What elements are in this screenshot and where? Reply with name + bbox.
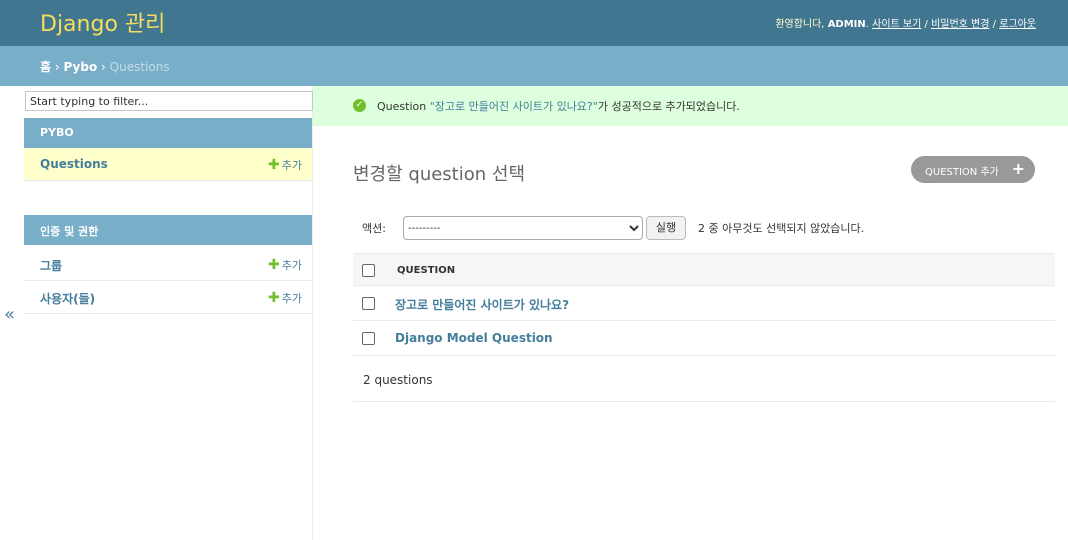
module-header-auth[interactable]: 인증 및 권한 bbox=[24, 215, 312, 245]
sidebar-toggle[interactable]: « bbox=[0, 86, 24, 540]
plus-icon: + bbox=[1011, 159, 1025, 178]
sidebar-item-questions[interactable]: Questions ✚ 추가 bbox=[24, 148, 312, 181]
sidebar-item-label[interactable]: Questions bbox=[40, 157, 108, 171]
row-checkbox[interactable] bbox=[362, 297, 375, 310]
sidebar-item-label[interactable]: 그룹 bbox=[40, 257, 62, 274]
sidebar-filter-input[interactable] bbox=[25, 91, 313, 111]
selection-counter: 2 중 아무것도 선택되지 않았습니다. bbox=[698, 222, 865, 235]
success-message: ✓ Question "장고로 만들어진 사이트가 있나요?"가 성공적으로 추… bbox=[313, 86, 1068, 126]
user-tools: 환영합니다, ADMIN. 사이트 보기 / 비밀번호 변경 / 로그아웃 bbox=[775, 19, 1036, 30]
header: Django 관리 환영합니다, ADMIN. 사이트 보기 / 비밀번호 변경… bbox=[0, 0, 1068, 46]
actions-label: 액션: bbox=[362, 222, 386, 235]
paginator: 2 questions bbox=[353, 356, 1055, 402]
question-link[interactable]: 장고로 만들어진 사이트가 있나요? bbox=[395, 296, 569, 313]
breadcrumb-home[interactable]: 홈 bbox=[40, 60, 51, 74]
module-header-pybo[interactable]: PYBO bbox=[24, 118, 312, 148]
breadcrumb-separator: › bbox=[54, 60, 60, 74]
view-site-link[interactable]: 사이트 보기 bbox=[872, 19, 921, 30]
result-count: 2 questions bbox=[363, 373, 433, 387]
double-chevron-left-icon[interactable]: « bbox=[4, 304, 15, 325]
welcome-text: 환영합니다, bbox=[775, 19, 825, 30]
table-row: 장고로 만들어진 사이트가 있나요? bbox=[353, 286, 1055, 321]
breadcrumb-separator: › bbox=[101, 60, 106, 74]
add-question-button[interactable]: QUESTION 추가 + bbox=[911, 156, 1035, 183]
add-groups-link[interactable]: ✚ 추가 bbox=[268, 257, 302, 273]
question-link[interactable]: Django Model Question bbox=[395, 331, 553, 345]
add-users-link[interactable]: ✚ 추가 bbox=[268, 290, 302, 306]
table-row: Django Model Question bbox=[353, 321, 1055, 356]
sidebar-item-groups[interactable]: 그룹 ✚ 추가 bbox=[24, 248, 312, 281]
plus-icon: ✚ bbox=[268, 157, 280, 173]
action-select[interactable]: --------- bbox=[403, 216, 643, 240]
sidebar: PYBO Questions ✚추가 인증 및 권한 그룹 ✚추가 사용자(들)… bbox=[24, 86, 313, 540]
sidebar-item-users[interactable]: 사용자(들) ✚ 추가 bbox=[24, 281, 312, 314]
breadcrumb-current: Questions bbox=[109, 60, 170, 74]
run-action-button[interactable]: 실행 bbox=[646, 216, 686, 240]
username: ADMIN bbox=[827, 19, 866, 30]
site-brand[interactable]: Django 관리 bbox=[40, 6, 165, 38]
breadcrumb: 홈 › Pybo › Questions bbox=[0, 46, 1068, 86]
check-circle-icon: ✓ bbox=[353, 99, 366, 112]
logout-link[interactable]: 로그아웃 bbox=[999, 19, 1036, 30]
page-title: 변경할 question 선택 bbox=[353, 164, 526, 185]
add-questions-link[interactable]: ✚ 추가 bbox=[268, 157, 302, 173]
column-header-question[interactable]: QUESTION bbox=[397, 265, 455, 276]
table-header: QUESTION bbox=[353, 253, 1055, 286]
breadcrumb-app[interactable]: Pybo bbox=[64, 60, 98, 74]
plus-icon: ✚ bbox=[268, 257, 280, 273]
row-checkbox[interactable] bbox=[362, 332, 375, 345]
sidebar-item-label[interactable]: 사용자(들) bbox=[40, 290, 95, 307]
message-object-link[interactable]: "장고로 만들어진 사이트가 있나요?" bbox=[430, 100, 598, 113]
change-password-link[interactable]: 비밀번호 변경 bbox=[931, 19, 989, 30]
select-all-checkbox[interactable] bbox=[362, 264, 375, 277]
main-content: ✓ Question "장고로 만들어진 사이트가 있나요?"가 성공적으로 추… bbox=[313, 86, 1068, 540]
plus-icon: ✚ bbox=[268, 290, 280, 306]
